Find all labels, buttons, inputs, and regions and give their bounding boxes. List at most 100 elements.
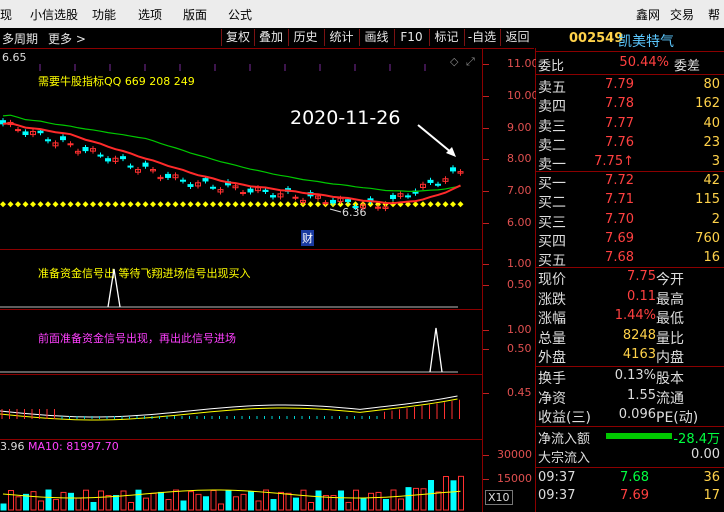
remove-favorite-button[interactable]: -自选 xyxy=(464,29,499,46)
stat-label2: 量比 xyxy=(656,330,684,347)
buy-row[interactable]: 买三 7.70 2 xyxy=(536,212,724,231)
support-marker xyxy=(150,201,156,208)
draw-line-button[interactable]: 画线 xyxy=(359,29,393,46)
candle-body xyxy=(390,194,396,200)
menu-item-help[interactable]: 帮 xyxy=(708,6,720,23)
stat-value: 0.096 xyxy=(618,407,656,422)
candle-body xyxy=(262,189,269,192)
buy-row[interactable]: 买一 7.72 42 xyxy=(536,173,724,192)
support-marker xyxy=(255,201,261,208)
candle-body xyxy=(127,165,134,168)
menu-item-trade[interactable]: 交易 xyxy=(670,6,694,23)
volume-bar xyxy=(338,490,344,511)
volume-bar xyxy=(60,491,67,511)
stat-label: 现价 xyxy=(538,272,566,288)
stat-label: 涨跌 xyxy=(538,291,566,308)
buy-row[interactable]: 买二 7.71 115 xyxy=(536,192,724,211)
sell-row[interactable]: 卖一 7.75↑ 3 xyxy=(536,154,724,173)
volume-bar xyxy=(308,502,314,511)
kline-chart[interactable] xyxy=(0,49,482,249)
buy-row[interactable]: 买五 7.68 16 xyxy=(536,250,724,269)
support-marker xyxy=(127,201,134,208)
netflow-bar xyxy=(606,433,672,439)
support-marker xyxy=(142,201,149,208)
stat-row: 总量 8248 量比 xyxy=(536,328,724,347)
stat-label2: 内盘 xyxy=(656,350,684,366)
stat-label: 总量 xyxy=(538,330,566,347)
statistics-button[interactable]: 统计 xyxy=(324,29,358,46)
tick-time: 09:37 xyxy=(538,470,576,485)
stat-label2: 今开 xyxy=(656,272,684,288)
support-marker xyxy=(232,201,239,208)
chart-toolbar: 多周期 更多 > 复权 叠加 历史 统计 画线 F10 标记 -自选 返回 xyxy=(0,28,534,49)
candle-body xyxy=(352,205,359,208)
tick-time: 09:37 xyxy=(538,488,576,503)
support-marker xyxy=(15,201,21,208)
volume-bar xyxy=(0,503,7,511)
signal2-chart[interactable] xyxy=(0,310,482,374)
stat-label: 涨幅 xyxy=(538,311,566,327)
volume-bar xyxy=(38,500,44,511)
volume-bar xyxy=(150,492,157,511)
axis-label: 0.50 xyxy=(507,342,532,355)
sell-row[interactable]: 卖四 7.78 162 xyxy=(536,96,724,115)
candle-body xyxy=(22,131,29,136)
menu-item-xinwang[interactable]: 鑫网 xyxy=(636,6,660,23)
sell-price: 7.78 xyxy=(605,96,634,112)
volume-bar xyxy=(210,490,217,511)
history-button[interactable]: 历史 xyxy=(288,29,322,46)
buy-row[interactable]: 买四 7.69 760 xyxy=(536,231,724,250)
menu-item-function[interactable]: 功能 xyxy=(92,6,116,23)
menu-item-layout[interactable]: 版面 xyxy=(183,6,207,23)
sell-price: 7.77 xyxy=(605,115,634,131)
more-button[interactable]: 更多 > xyxy=(48,30,86,47)
sell-row[interactable]: 卖三 7.77 40 xyxy=(536,115,724,135)
f10-button[interactable]: F10 xyxy=(394,29,428,46)
volume-bar xyxy=(15,496,22,511)
multi-period-button[interactable]: 多周期 xyxy=(2,30,38,47)
back-button[interactable]: 返回 xyxy=(500,29,534,46)
stock-code: 002549 xyxy=(569,31,624,46)
volume-bar xyxy=(203,496,209,511)
volume-chart[interactable] xyxy=(0,440,482,512)
indicator-chart[interactable] xyxy=(0,375,482,439)
mark-button[interactable]: 标记 xyxy=(429,29,463,46)
volume-bar xyxy=(255,500,262,511)
quote-panel: 002549 凯美特气 委比 50.44% 委差 卖五 7.79 80 卖四 7.78 1… xyxy=(536,28,724,512)
volume-bar xyxy=(263,489,269,511)
stat-row: 现价 7.75 今开 xyxy=(536,269,724,288)
support-marker xyxy=(262,201,269,208)
volume-bar xyxy=(315,490,322,511)
volume-bar xyxy=(233,496,239,511)
candle-body xyxy=(240,192,246,195)
sell-price: 7.76 xyxy=(605,134,634,150)
sell-row[interactable]: 卖二 7.76 23 xyxy=(536,134,724,154)
restore-rights-button[interactable]: 复权 xyxy=(221,29,254,46)
support-marker xyxy=(435,201,441,208)
support-marker xyxy=(210,201,216,208)
axis-label: 11.00 xyxy=(507,57,539,70)
signal1-chart[interactable] xyxy=(0,249,482,309)
stat-value: 0.13% xyxy=(614,368,656,383)
annotation-arrow xyxy=(417,124,453,154)
overlay-button[interactable]: 叠加 xyxy=(254,29,287,46)
candle-body xyxy=(82,146,89,152)
menu-item-stock-picker[interactable]: 小信选股 xyxy=(30,6,78,23)
support-marker xyxy=(315,201,321,208)
menu-item-options[interactable]: 选项 xyxy=(138,6,162,23)
volume-bar xyxy=(23,493,29,511)
sell-label: 卖二 xyxy=(538,137,566,154)
axis-label: 0.50 xyxy=(507,278,532,291)
menu-item-file[interactable]: 现 xyxy=(0,6,12,23)
volume-bar xyxy=(165,499,172,511)
support-marker xyxy=(22,201,29,208)
volume-bar xyxy=(218,503,224,511)
volume-bar xyxy=(450,480,457,511)
sell-volume: 80 xyxy=(703,77,720,92)
volume-bar xyxy=(345,501,352,511)
sell-row[interactable]: 卖五 7.79 80 xyxy=(536,77,724,96)
volume-bar xyxy=(368,492,374,511)
buy-price: 7.71 xyxy=(605,192,634,208)
menu-item-formula[interactable]: 公式 xyxy=(228,6,252,23)
candle-body xyxy=(435,183,441,186)
